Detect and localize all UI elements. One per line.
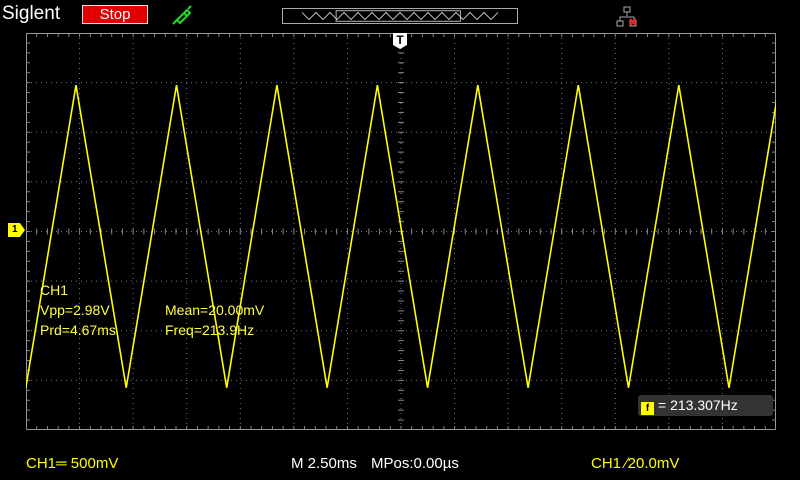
measure-mean: Mean=20.00mV (165, 302, 265, 318)
frequency-counter-icon: f (641, 402, 654, 415)
network-icon (616, 6, 637, 27)
measure-vpp: Vpp=2.98V (40, 302, 110, 318)
probe-icon (172, 5, 192, 25)
ch1-scale[interactable]: CH1═ 500mV (26, 455, 118, 472)
run-stop-status[interactable]: Stop (82, 5, 148, 24)
memory-trigger-icon: T (398, 8, 402, 15)
trigger-level[interactable]: CH1 ∕20.0mV (591, 455, 679, 472)
measure-source: CH1 (40, 282, 69, 298)
timebase[interactable]: M 2.50ms (291, 455, 357, 472)
brand-logo: Siglent (2, 3, 61, 24)
measure-period: Prd=4.67ms (40, 322, 116, 338)
ch1-waveform (26, 84, 776, 388)
waveform-graticule[interactable] (26, 33, 776, 430)
memory-position-bar[interactable]: T (282, 8, 518, 24)
memory-position[interactable]: MPos:0.00µs (371, 455, 459, 472)
measure-frequency: Freq=213.9Hz (165, 322, 255, 338)
frequency-counter: f = 213.307Hz (638, 395, 773, 416)
frequency-counter-value: = 213.307Hz (658, 397, 738, 413)
ch1-level-marker[interactable]: 1 (8, 223, 25, 237)
